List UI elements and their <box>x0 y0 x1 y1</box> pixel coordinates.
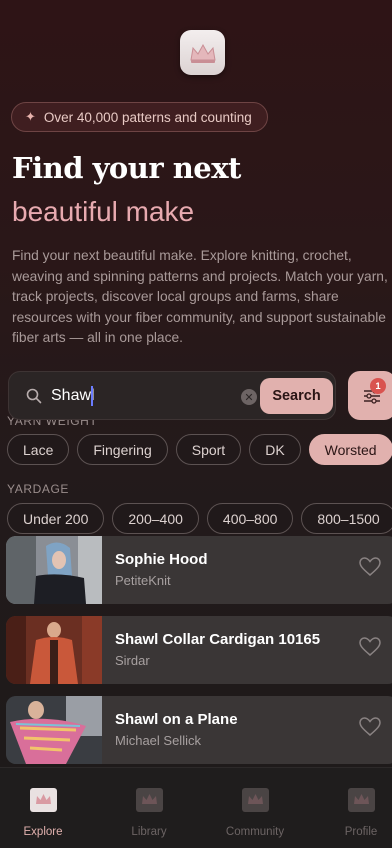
pattern-thumbnail <box>6 536 102 604</box>
pattern-thumbnail <box>6 616 102 684</box>
pattern-thumbnail <box>6 696 102 764</box>
result-card[interactable]: Shawl Collar Cardigan 10165 Sirdar <box>6 616 392 684</box>
profile-icon <box>348 788 375 812</box>
banner-text: Over 40,000 patterns and counting <box>43 109 252 125</box>
sparkle-icon: ✦ <box>25 109 36 124</box>
hero-description: Find your next beautiful make. Explore k… <box>12 248 388 345</box>
filter-button[interactable]: 1 <box>348 371 392 420</box>
bottom-tab-bar: Explore Library Community Profile <box>0 767 392 848</box>
heart-icon[interactable] <box>359 637 381 657</box>
yarn-weight-chips: Lace Fingering Sport DK Worsted <box>7 434 392 465</box>
search-icon <box>26 388 42 404</box>
chip-400-800[interactable]: 400–800 <box>206 503 294 534</box>
chip-dk[interactable]: DK <box>249 434 301 465</box>
result-title: Shawl Collar Cardigan 10165 <box>115 631 321 648</box>
crown-icon <box>189 43 216 63</box>
search-bar: ✕ Search <box>8 371 336 420</box>
tab-explore[interactable]: Explore <box>3 768 83 848</box>
app-logo <box>180 30 225 75</box>
result-author: PetiteKnit <box>115 573 171 588</box>
search-input[interactable] <box>51 382 231 410</box>
clear-search-icon[interactable]: ✕ <box>241 389 257 405</box>
community-icon <box>242 788 269 812</box>
yardage-label: YARDAGE <box>7 482 69 496</box>
heart-icon[interactable] <box>359 557 381 577</box>
tab-label: Community <box>225 826 285 838</box>
result-author: Sirdar <box>115 653 150 668</box>
hero-subtitle: beautiful make <box>12 196 195 227</box>
crown-icon <box>30 788 57 812</box>
hero-title: Find your next <box>12 151 241 185</box>
tab-community[interactable]: Community <box>215 768 295 848</box>
tab-library[interactable]: Library <box>109 768 189 848</box>
chip-800-1500[interactable]: 800–1500 <box>301 503 392 534</box>
yardage-chips: Under 200 200–400 400–800 800–1500 <box>7 503 392 534</box>
tab-label: Library <box>131 826 167 838</box>
chip-worsted[interactable]: Worsted <box>308 434 392 465</box>
result-title: Shawl on a Plane <box>115 711 238 728</box>
patterns-count-banner: ✦ Over 40,000 patterns and counting <box>11 102 268 132</box>
result-author: Michael Sellick <box>115 733 201 748</box>
filter-count-badge: 1 <box>370 378 386 394</box>
result-title: Sophie Hood <box>115 551 208 568</box>
chip-lace[interactable]: Lace <box>7 434 70 465</box>
heart-icon[interactable] <box>359 717 381 737</box>
result-card[interactable]: Sophie Hood PetiteKnit <box>6 536 392 604</box>
search-button[interactable]: Search <box>260 378 333 414</box>
tab-label: Explore <box>23 826 63 838</box>
chip-sport[interactable]: Sport <box>175 434 242 465</box>
chip-200-400[interactable]: 200–400 <box>112 503 199 534</box>
tab-label: Profile <box>344 826 378 838</box>
library-icon <box>136 788 163 812</box>
chip-fingering[interactable]: Fingering <box>77 434 168 465</box>
tab-profile[interactable]: Profile <box>321 768 392 848</box>
chip-under-200[interactable]: Under 200 <box>7 503 105 534</box>
text-cursor <box>91 386 93 406</box>
result-card[interactable]: Shawl on a Plane Michael Sellick <box>6 696 392 764</box>
